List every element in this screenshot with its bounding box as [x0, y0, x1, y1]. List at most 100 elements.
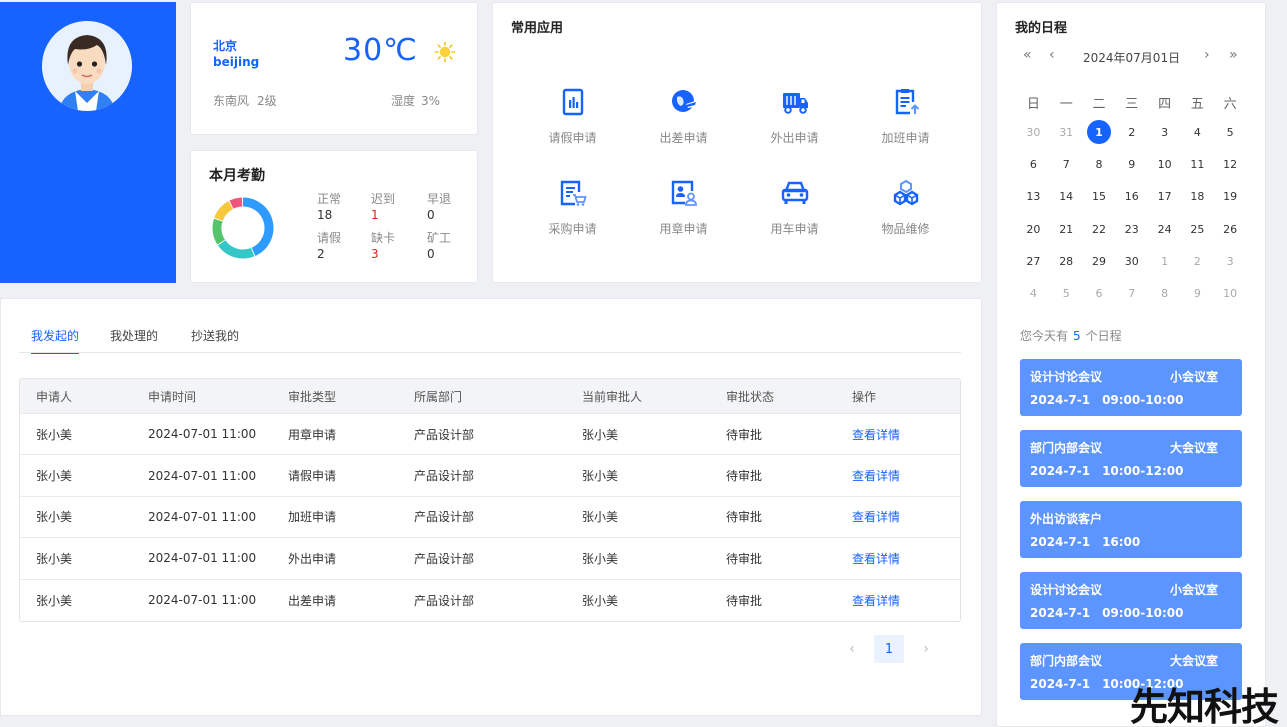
calendar-day[interactable]: 8	[1148, 286, 1181, 318]
calendar-day[interactable]: 6	[1017, 157, 1050, 189]
calendar-day[interactable]: 5	[1050, 286, 1083, 318]
calendar-day[interactable]: 18	[1181, 189, 1214, 221]
donut-segment	[242, 197, 274, 256]
avatar[interactable]	[42, 21, 132, 111]
page-number[interactable]: 1	[874, 635, 904, 663]
view-details-link[interactable]: 查看详情	[852, 508, 952, 525]
calendar-day[interactable]: 30	[1115, 254, 1148, 286]
calendar-day[interactable]: 31	[1050, 125, 1083, 157]
app-overtime[interactable]: 加班申请	[850, 87, 961, 146]
table-cell: 2024-07-01 11:00	[148, 468, 257, 483]
attendance-stat-label: 迟到	[371, 192, 396, 206]
app-seal[interactable]: 用章申请	[628, 178, 739, 237]
schedule-item-room: 大会议室	[1169, 441, 1218, 455]
schedule-item-title: 设计讨论会议	[1030, 583, 1103, 597]
calendar-day[interactable]: 28	[1050, 254, 1083, 286]
schedule-count: 5	[1073, 329, 1081, 343]
column-header: 当前审批人	[582, 389, 643, 404]
calendar-day[interactable]: 21	[1050, 222, 1083, 254]
next-year-button[interactable]: »	[1229, 47, 1238, 63]
schedule-item-room: 大会议室	[1169, 654, 1218, 668]
apps-grid: 请假申请 出差申请 外出申请 加班申请 采购申请 用章申请 用车申请 物品维修	[517, 87, 961, 237]
calendar-day[interactable]: 29	[1083, 254, 1116, 286]
calendar-day[interactable]: 8	[1083, 157, 1116, 189]
calendar-day-selected[interactable]: 1	[1083, 120, 1116, 157]
view-details-link[interactable]: 查看详情	[852, 592, 952, 609]
prev-page-button[interactable]: ‹	[841, 641, 863, 657]
schedule-item[interactable]: 设计讨论会议 小会议室 2024-7-1 09:00-10:00	[1020, 572, 1242, 629]
calendar-day-number: 30	[1026, 126, 1041, 139]
calendar-day[interactable]: 25	[1181, 222, 1214, 254]
calendar-day[interactable]: 26	[1214, 222, 1247, 254]
calendar-day[interactable]: 9	[1181, 286, 1214, 318]
attendance-stat-value: 2	[317, 247, 325, 261]
schedule-item[interactable]: 部门内部会议 大会议室 2024-7-1 10:00-12:00	[1020, 430, 1242, 487]
calendar-day[interactable]: 30	[1017, 125, 1050, 157]
calendar-day[interactable]: 22	[1083, 222, 1116, 254]
calendar-day-number: 14	[1059, 190, 1074, 204]
calendar-day[interactable]: 3	[1214, 254, 1247, 286]
view-details-link[interactable]: 查看详情	[852, 426, 952, 443]
tab-initiated[interactable]: 我发起的	[31, 327, 80, 354]
next-page-button[interactable]: ›	[915, 641, 937, 657]
calendar-day[interactable]: 27	[1017, 254, 1050, 286]
calendar-day[interactable]: 5	[1214, 125, 1247, 157]
calendar-day[interactable]: 6	[1083, 286, 1116, 318]
app-label: 请假申请	[548, 131, 597, 145]
calendar-day[interactable]: 7	[1115, 286, 1148, 318]
schedule-item[interactable]: 设计讨论会议 小会议室 2024-7-1 09:00-10:00	[1020, 359, 1242, 416]
table-cell: 外出申请	[288, 551, 337, 566]
calendar-day[interactable]: 9	[1115, 157, 1148, 189]
calendar-day-number: 17	[1157, 190, 1172, 204]
table-cell: 加班申请	[288, 510, 337, 525]
view-details-link[interactable]: 查看详情	[852, 467, 952, 484]
tab-cc[interactable]: 抄送我的	[191, 327, 239, 353]
calendar-day[interactable]: 23	[1115, 222, 1148, 254]
calendar-day[interactable]: 12	[1214, 157, 1247, 189]
calendar-day[interactable]: 10	[1214, 286, 1247, 318]
calendar-day[interactable]: 24	[1148, 222, 1181, 254]
car-icon	[781, 181, 808, 204]
calendar-day[interactable]: 13	[1017, 189, 1050, 221]
calendar-day-number: 3	[1226, 254, 1234, 268]
app-business-trip[interactable]: 出差申请	[628, 87, 739, 146]
calendar-day[interactable]: 2	[1115, 125, 1148, 157]
calendar-day[interactable]: 10	[1148, 157, 1181, 189]
calendar-day[interactable]: 17	[1148, 189, 1181, 221]
calendar-day[interactable]: 20	[1017, 222, 1050, 254]
app-car[interactable]: 用车申请	[739, 178, 850, 237]
calendar-day[interactable]: 15	[1083, 189, 1116, 221]
attendance-stat-value: 3	[371, 247, 379, 261]
calendar-day[interactable]: 19	[1214, 189, 1247, 221]
app-outing[interactable]: 外出申请	[739, 87, 850, 146]
calendar-day-number: 20	[1026, 222, 1041, 236]
app-purchase[interactable]: 采购申请	[517, 178, 628, 237]
schedule-item[interactable]: 外出访谈客户 2024-7-1 16:00	[1020, 501, 1242, 558]
calendar-day[interactable]: 16	[1115, 189, 1148, 221]
attendance-donut-chart	[212, 197, 274, 259]
app-repair[interactable]: 物品维修	[850, 178, 961, 237]
calendar-day[interactable]: 11	[1181, 157, 1214, 189]
prev-month-button[interactable]: ‹	[1049, 47, 1055, 63]
schedule-item-title: 部门内部会议	[1030, 654, 1103, 668]
next-month-button[interactable]: ›	[1204, 47, 1210, 63]
prev-year-button[interactable]: «	[1023, 47, 1032, 63]
calendar-day-number: 7	[1062, 158, 1070, 172]
calendar-day[interactable]: 4	[1181, 125, 1214, 157]
view-details-link[interactable]: 查看详情	[852, 550, 952, 567]
calendar-day[interactable]: 4	[1017, 286, 1050, 318]
calendar-day-number: 9	[1128, 158, 1136, 172]
calendar-day-number: 2	[1193, 254, 1201, 268]
calendar-day[interactable]: 2	[1181, 254, 1214, 286]
calendar-day[interactable]: 7	[1050, 157, 1083, 189]
calendar-day-number: 21	[1059, 222, 1074, 236]
attendance-stat: 早退 0	[427, 191, 467, 224]
calendar-day[interactable]: 14	[1050, 189, 1083, 221]
schedule-item-time: 10:00-12:00	[1102, 464, 1184, 478]
calendar-day[interactable]: 3	[1148, 125, 1181, 157]
calendar-day[interactable]: 1	[1148, 254, 1181, 286]
schedule-item-date: 2024-7-1	[1030, 535, 1091, 549]
app-leave-request[interactable]: 请假申请	[517, 87, 628, 146]
column-header: 审批状态	[726, 389, 775, 404]
tab-processed[interactable]: 我处理的	[110, 327, 158, 353]
